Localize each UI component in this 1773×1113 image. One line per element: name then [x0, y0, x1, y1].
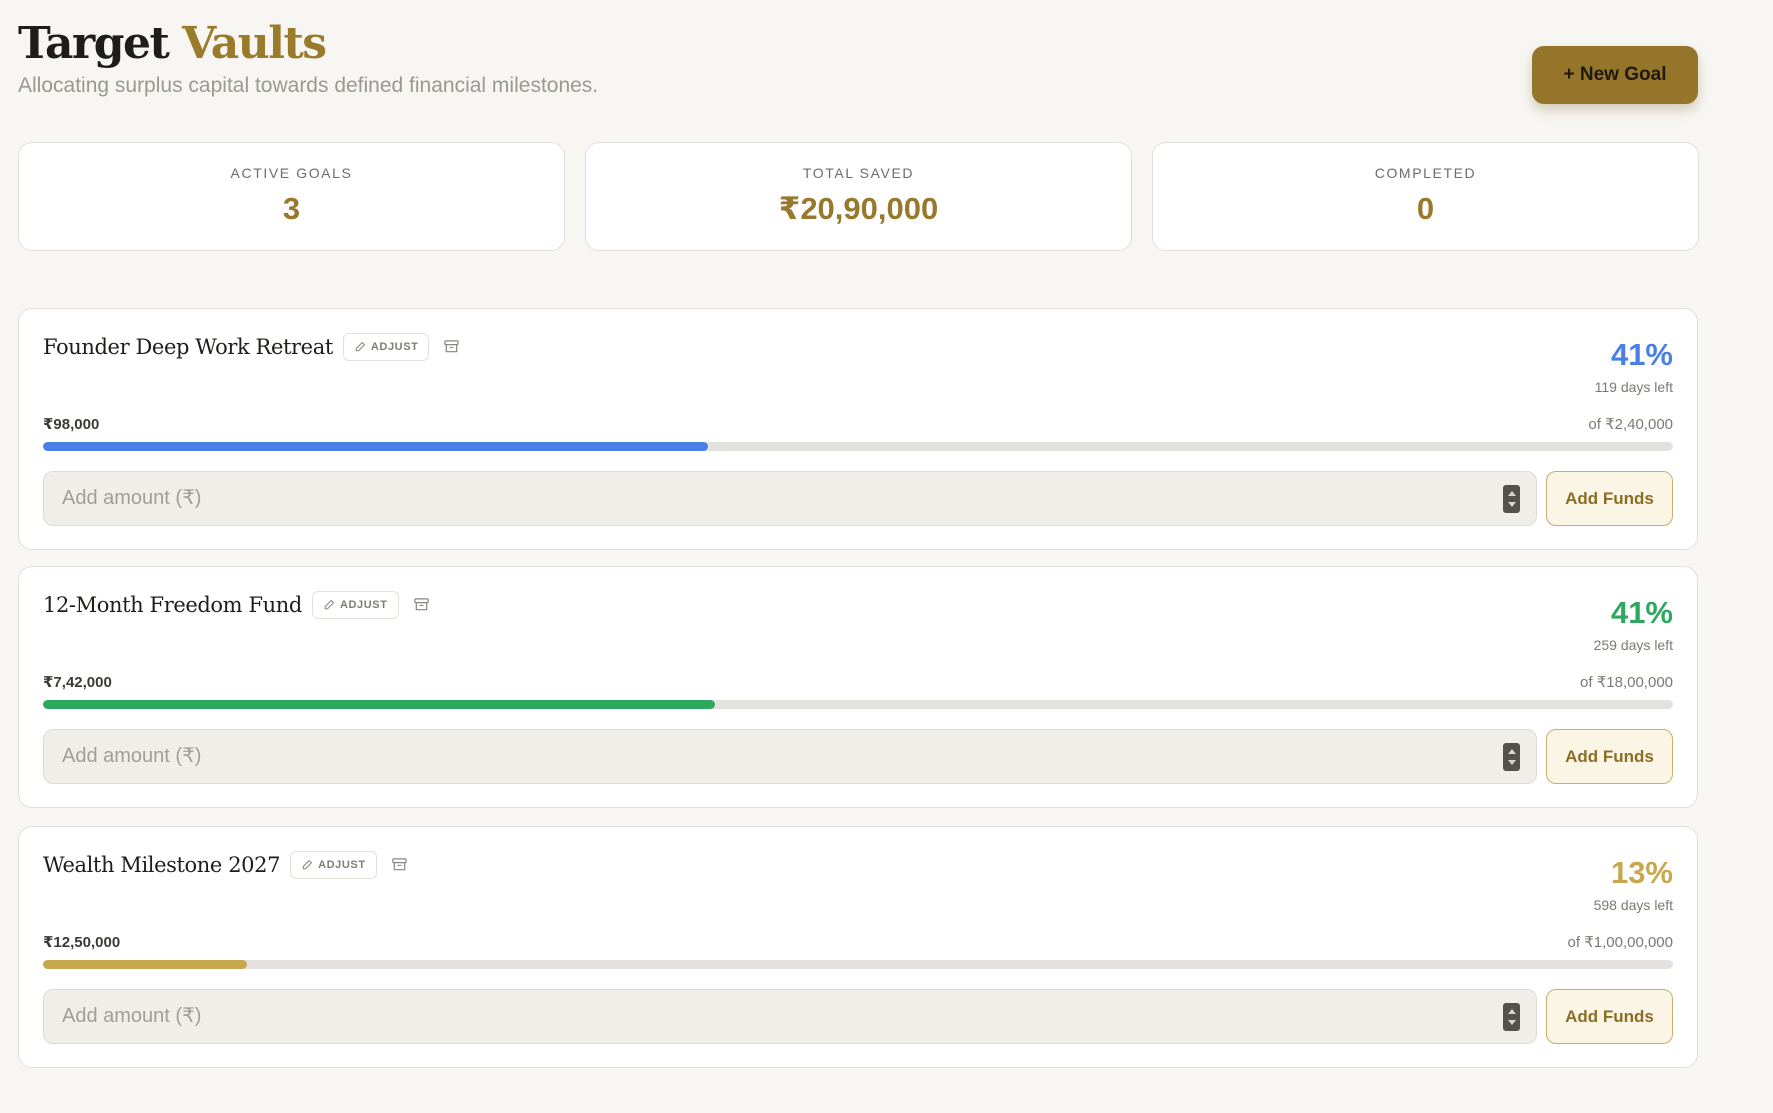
number-stepper[interactable] — [1503, 1003, 1520, 1031]
adjust-label: ADJUST — [339, 599, 388, 611]
add-funds-button[interactable]: Add Funds — [1546, 471, 1673, 526]
goal-name: 12-Month Freedom Fund — [43, 593, 302, 617]
stepper-down-icon[interactable] — [1507, 502, 1516, 507]
page-title: Target Vaults — [18, 16, 598, 72]
adjust-label: ADJUST — [318, 859, 366, 871]
title-main: Target — [18, 18, 170, 69]
goal-target-amount: of ₹1,00,00,000 — [1567, 934, 1673, 951]
page: Target Vaults Allocating surplus capital… — [0, 0, 1773, 1113]
goal-days-left: 119 days left — [1594, 379, 1673, 395]
title-accent: Vaults — [182, 18, 327, 69]
goal-progress-fill — [43, 442, 709, 451]
goal-saved-amount: ₹12,50,000 — [43, 934, 121, 951]
goal-header: 12-Month Freedom Fund ADJUST — [43, 591, 431, 619]
archive-icon[interactable] — [391, 856, 409, 874]
goal-progress-track — [43, 960, 1673, 969]
stat-label: TOTAL SAVED — [802, 165, 915, 181]
goal-name: Wealth Milestone 2027 — [43, 853, 281, 877]
goal-target-amount: of ₹2,40,000 — [1588, 416, 1673, 433]
add-funds-button[interactable]: Add Funds — [1546, 989, 1673, 1044]
add-amount-input[interactable] — [44, 730, 1536, 783]
stat-label: ACTIVE GOALS — [230, 165, 353, 181]
goal-header: Wealth Milestone 2027 ADJUST — [43, 851, 409, 879]
stepper-down-icon[interactable] — [1507, 760, 1516, 765]
page-subtitle: Allocating surplus capital towards defin… — [18, 74, 599, 97]
number-stepper[interactable] — [1503, 743, 1520, 771]
pencil-icon — [302, 859, 313, 870]
goal-progress-fill — [43, 960, 247, 969]
goal-card: Founder Deep Work Retreat ADJUST 41% 119… — [18, 308, 1698, 550]
adjust-button[interactable]: ADJUST — [290, 851, 377, 879]
goal-percent: 41% — [1610, 337, 1673, 372]
pencil-icon — [324, 599, 334, 610]
goal-saved-amount: ₹7,42,000 — [43, 674, 112, 691]
goal-progress-fill — [43, 700, 715, 709]
stat-card-active-goals: ACTIVE GOALS 3 — [18, 142, 565, 251]
archive-icon[interactable] — [413, 596, 431, 614]
stepper-up-icon[interactable] — [1507, 749, 1516, 754]
stat-value: ₹20,90,000 — [778, 191, 939, 226]
adjust-label: ADJUST — [370, 341, 419, 353]
new-goal-button[interactable]: + New Goal — [1532, 46, 1698, 104]
goal-percent: 41% — [1610, 595, 1673, 630]
page-header: Target Vaults Allocating surplus capital… — [18, 16, 598, 98]
amount-field — [43, 471, 1537, 526]
stat-card-completed: COMPLETED 0 — [1152, 142, 1699, 251]
goal-progress-track — [43, 442, 1673, 451]
stats-row: ACTIVE GOALS 3 TOTAL SAVED ₹20,90,000 CO… — [18, 142, 1699, 251]
goal-percent: 13% — [1610, 855, 1673, 890]
stat-label: COMPLETED — [1374, 165, 1477, 181]
stepper-down-icon[interactable] — [1507, 1020, 1516, 1025]
goal-days-left: 259 days left — [1593, 637, 1673, 653]
amount-field — [43, 729, 1537, 784]
stepper-up-icon[interactable] — [1507, 1009, 1516, 1014]
adjust-button[interactable]: ADJUST — [342, 333, 430, 361]
adjust-button[interactable]: ADJUST — [311, 591, 399, 619]
stat-value: 0 — [1416, 191, 1435, 226]
goal-name: Founder Deep Work Retreat — [43, 335, 333, 359]
add-amount-input[interactable] — [44, 990, 1536, 1043]
goal-card: 12-Month Freedom Fund ADJUST 41% 259 day… — [18, 566, 1698, 808]
goal-header: Founder Deep Work Retreat ADJUST — [43, 333, 461, 361]
add-amount-input[interactable] — [44, 472, 1536, 525]
amount-field — [43, 989, 1537, 1044]
archive-icon[interactable] — [443, 338, 461, 356]
stat-value: 3 — [282, 191, 301, 226]
pencil-icon — [355, 341, 365, 352]
goal-progress-track — [43, 700, 1673, 709]
add-funds-button[interactable]: Add Funds — [1546, 729, 1673, 784]
goal-target-amount: of ₹18,00,000 — [1580, 674, 1673, 691]
goal-card: Wealth Milestone 2027 ADJUST 13% 598 day… — [18, 826, 1698, 1068]
number-stepper[interactable] — [1503, 485, 1520, 513]
goal-saved-amount: ₹98,000 — [43, 416, 100, 433]
goal-days-left: 598 days left — [1593, 897, 1673, 913]
stat-card-total-saved: TOTAL SAVED ₹20,90,000 — [585, 142, 1132, 251]
stepper-up-icon[interactable] — [1507, 491, 1516, 496]
